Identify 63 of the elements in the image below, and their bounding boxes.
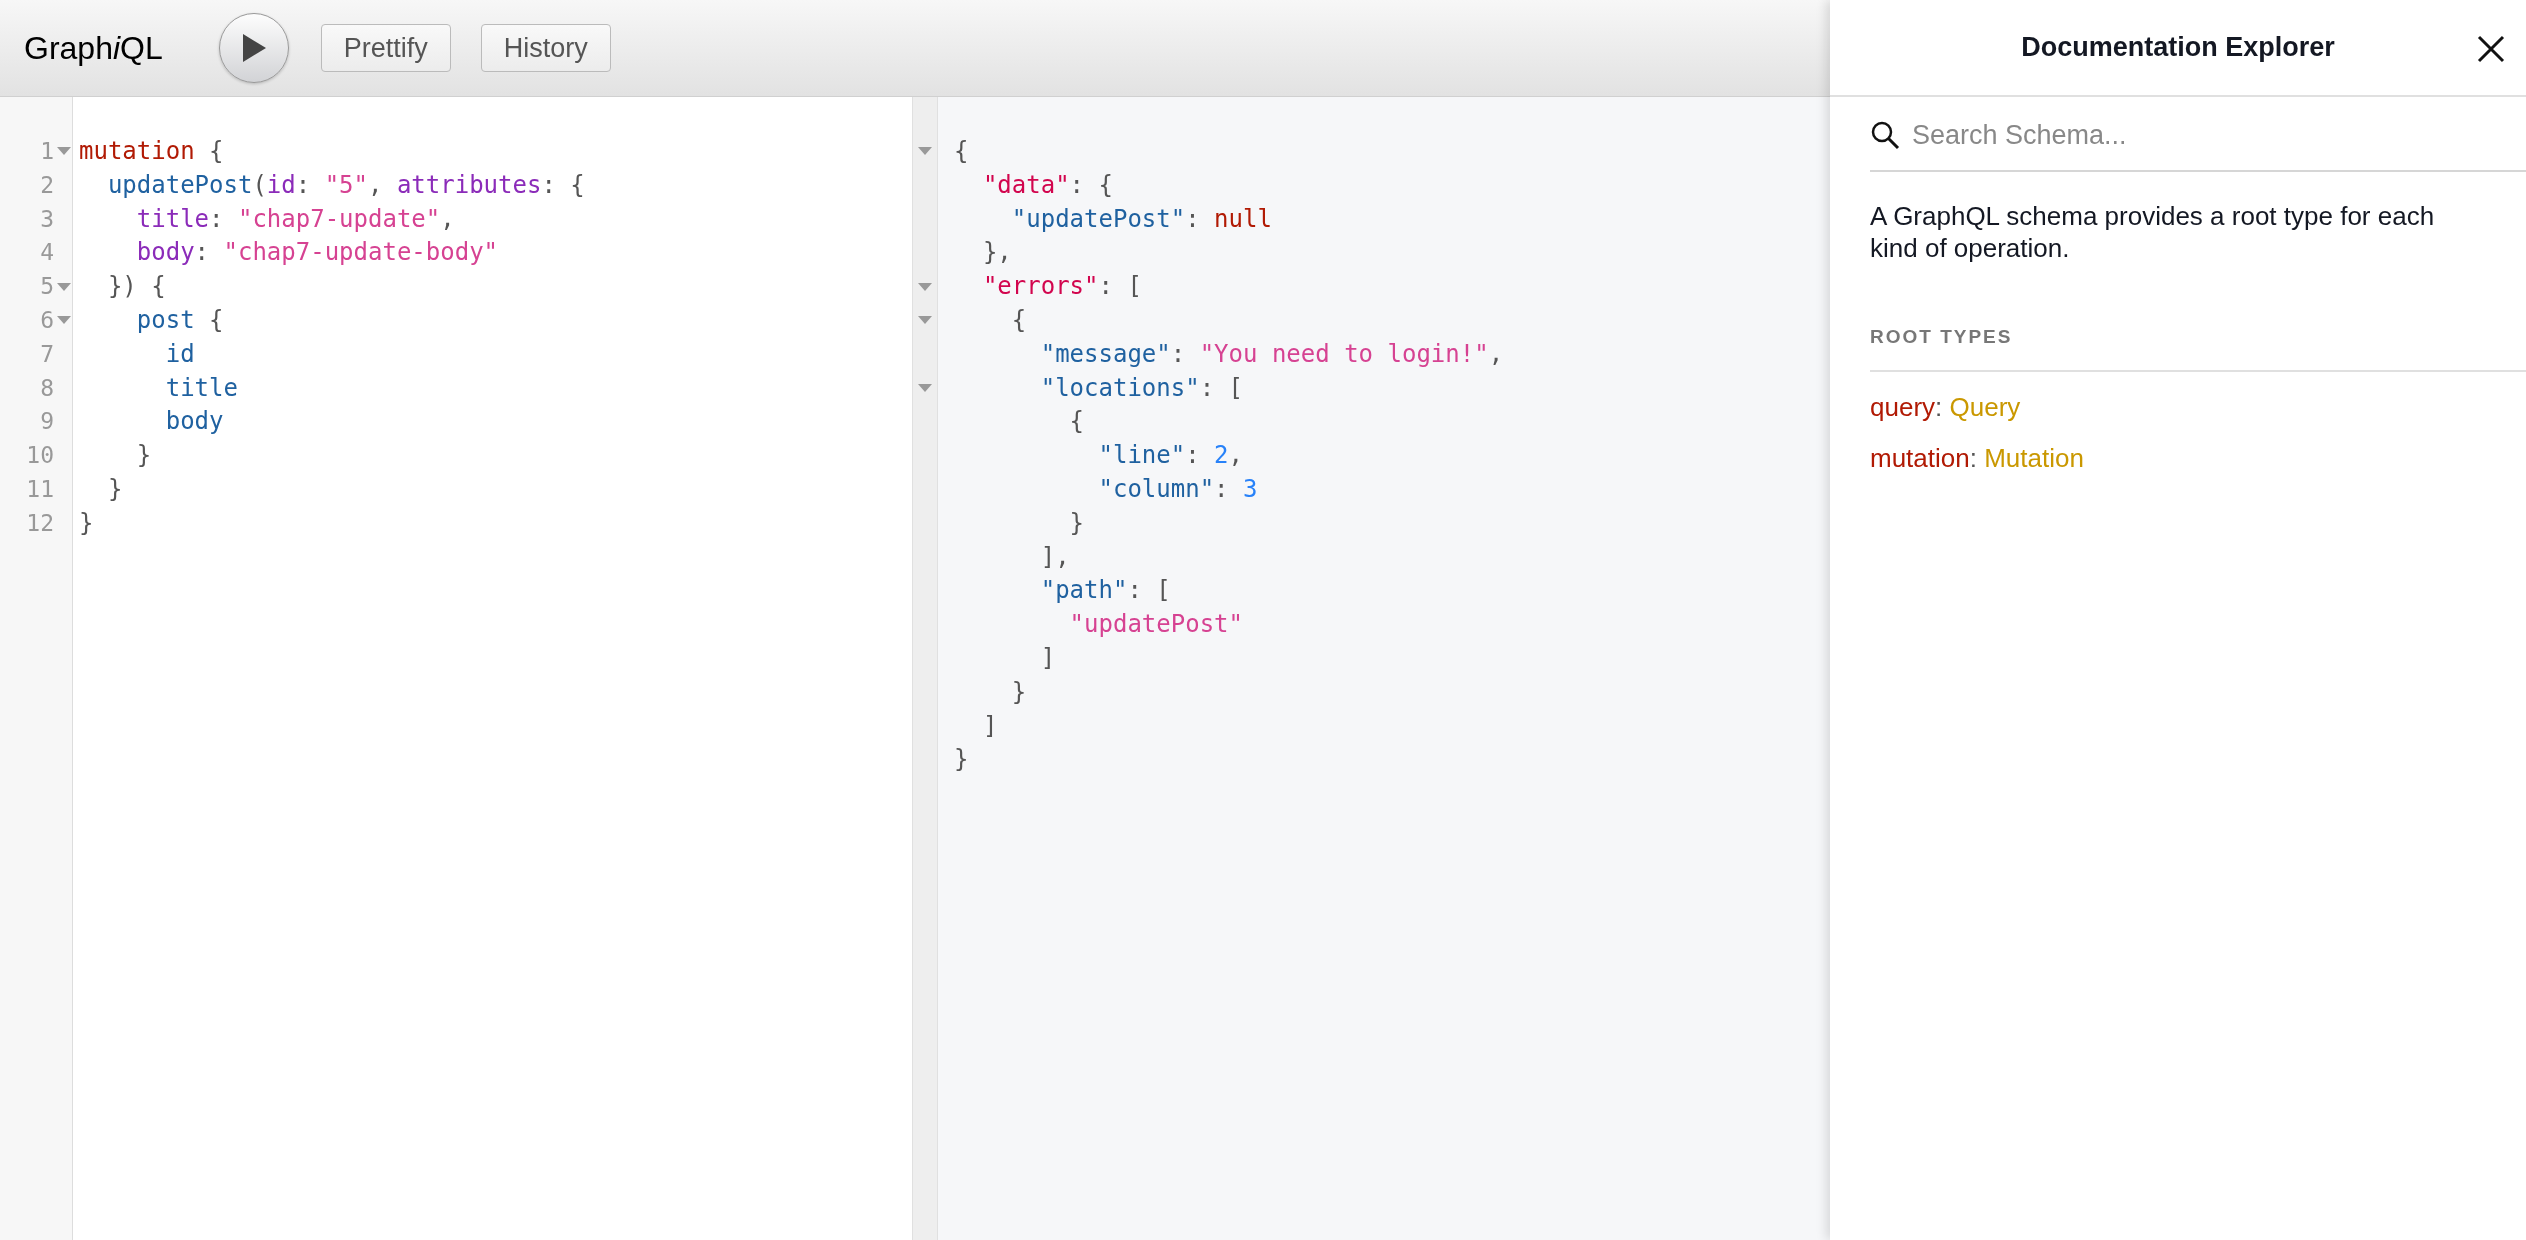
code-line: {: [1068, 406, 1085, 438]
toolbar-button[interactable]: Prettify: [320, 24, 451, 72]
code-line: post {: [135, 305, 224, 336]
fold-arrow-icon[interactable]: [918, 316, 932, 326]
line-number: 1: [40, 137, 54, 166]
code-line: },: [981, 237, 1012, 269]
code-line: "updatePost": [1068, 609, 1243, 641]
code-line: title: [164, 372, 238, 404]
code-line: "locations": [: [1039, 372, 1243, 404]
root-type-link[interactable]: mutation: Mutation: [1870, 443, 2084, 474]
line-number: 3: [40, 204, 54, 234]
execute-button[interactable]: [218, 13, 289, 83]
line-number: 2: [40, 170, 54, 200]
fold-arrow-icon[interactable]: [57, 316, 71, 326]
fold-arrow-icon[interactable]: [57, 147, 71, 157]
line-number: 12: [26, 508, 54, 538]
code-line: title: "chap7-update",: [135, 203, 455, 235]
code-line: "column": 3: [1097, 473, 1258, 505]
code-line: "updatePost": null: [1010, 203, 1272, 235]
line-number: 6: [40, 306, 54, 335]
line-number: 11: [26, 474, 54, 504]
code-line: "path": [: [1039, 575, 1171, 607]
code-line: updatePost(id: "5", attributes: {: [106, 169, 585, 201]
line-number: 9: [40, 407, 54, 437]
code-line: }: [1068, 507, 1085, 539]
code-line: ]: [1039, 642, 1056, 674]
code-line: body: "chap7-update-body": [135, 237, 499, 269]
code-line: {: [1010, 305, 1027, 336]
line-number: 8: [40, 373, 54, 403]
line-number: 4: [40, 238, 54, 268]
schema-description: A GraphQL schema provides a root type for each kind of operation.: [1870, 200, 2436, 264]
close-icon[interactable]: [2476, 34, 2506, 64]
code-line: "data": {: [981, 169, 1113, 201]
code-line: ],: [1039, 541, 1070, 573]
panel-title: Documentation Explorer: [2021, 32, 2335, 63]
code-line: }: [135, 440, 152, 472]
code-line: }: [953, 744, 969, 776]
section-heading: ROOT TYPES: [1870, 326, 2526, 372]
search-field[interactable]: Search Schema...: [1910, 118, 2526, 152]
code-line: }: [1010, 676, 1027, 708]
code-line: "line": 2,: [1097, 440, 1243, 472]
toolbar-button[interactable]: History: [480, 24, 611, 72]
code-line: body: [164, 406, 224, 438]
code-line: mutation {: [78, 136, 224, 167]
code-line: {: [953, 136, 969, 167]
search-icon: [1870, 120, 1900, 150]
root-type-link[interactable]: query: Query: [1870, 392, 2021, 423]
code-line: }) {: [106, 271, 166, 303]
line-number: 7: [40, 339, 54, 369]
code-line: "message": "You need to login!",: [1039, 338, 1504, 370]
code-line: }: [106, 473, 123, 505]
line-number: 10: [26, 441, 54, 471]
play-icon: [240, 33, 267, 63]
fold-arrow-icon[interactable]: [918, 282, 932, 292]
app-logo: GraphiQL: [24, 29, 163, 67]
fold-arrow-icon[interactable]: [918, 147, 932, 157]
code-line: }: [78, 507, 94, 539]
fold-arrow-icon[interactable]: [57, 282, 71, 292]
line-number: 5: [40, 272, 54, 302]
fold-arrow-icon[interactable]: [918, 383, 932, 393]
code-line: id: [164, 338, 195, 370]
code-line: ]: [981, 710, 998, 742]
code-line: "errors": [: [981, 271, 1142, 303]
